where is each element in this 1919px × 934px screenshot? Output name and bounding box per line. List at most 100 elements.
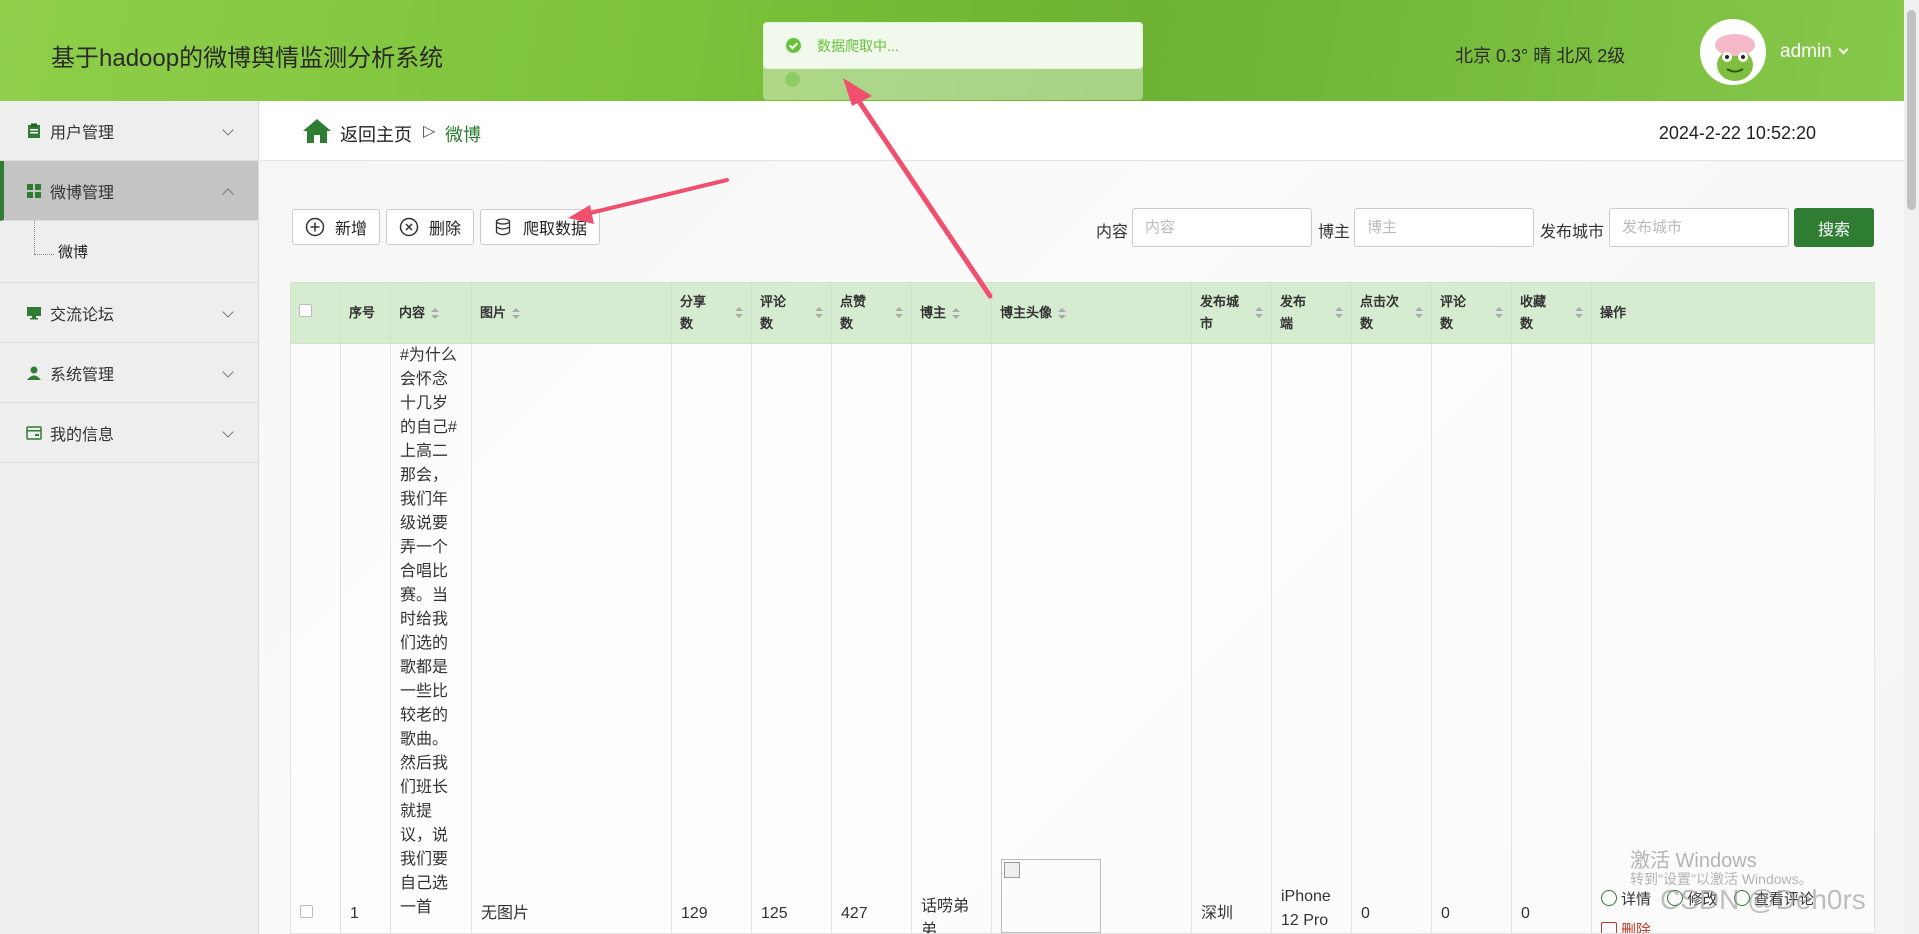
- sort-icon: [1255, 307, 1263, 319]
- cell-clicks: 0: [1351, 343, 1432, 934]
- avatar[interactable]: [1700, 19, 1766, 85]
- col-favorites-label: 收藏数: [1520, 294, 1547, 331]
- delete-button[interactable]: 删除: [386, 209, 474, 245]
- user-menu[interactable]: admin: [1780, 41, 1849, 63]
- col-index: 序号: [340, 282, 391, 344]
- plus-circle-icon: [305, 217, 325, 237]
- col-content-label: 内容: [399, 305, 426, 320]
- chevron-down-icon: [1838, 44, 1849, 55]
- table-header-row: 序号 内容 图片 分享数 评论数 点赞数 博主 博主头像 发布城市 发布端 点击…: [290, 282, 1875, 344]
- cell-index-value: 1: [350, 905, 359, 922]
- content-search-input[interactable]: [1132, 208, 1312, 247]
- grid-icon: [27, 183, 41, 198]
- weibo-table: 序号 内容 图片 分享数 评论数 点赞数 博主 博主头像 发布城市 发布端 点击…: [290, 282, 1875, 934]
- col-blogger[interactable]: 博主: [911, 282, 992, 344]
- blogger-search-input[interactable]: [1354, 208, 1534, 247]
- col-reviews-label: 评论数: [1440, 294, 1467, 331]
- app-title: 基于hadoop的微博舆情监测分析系统: [51, 45, 444, 72]
- col-blogger-label: 博主: [920, 305, 947, 320]
- sidebar-item-user-management[interactable]: 用户管理: [0, 101, 258, 161]
- delete-button-label: 删除: [429, 221, 462, 238]
- col-device[interactable]: 发布端: [1271, 282, 1352, 344]
- detail-link[interactable]: 详情: [1601, 888, 1651, 909]
- col-image[interactable]: 图片: [471, 282, 672, 344]
- cell-clicks-value: 0: [1361, 905, 1370, 922]
- home-icon[interactable]: [302, 118, 332, 144]
- sidebar-item-my-info[interactable]: 我的信息: [0, 403, 258, 463]
- sidebar-item-label: 用户管理: [50, 124, 115, 142]
- sidebar-item-label: 系统管理: [50, 366, 115, 384]
- row-delete-link[interactable]: 删除: [1601, 919, 1651, 933]
- toast-message: 数据爬取中...: [763, 22, 1143, 69]
- broken-image-icon: [1001, 859, 1101, 933]
- cell-reviews: 0: [1431, 343, 1512, 934]
- sidebar: 用户管理 微博管理 微博 交流论坛 系统管理 我的信息: [0, 101, 259, 934]
- cell-blogger: 话唠弟弟: [911, 343, 992, 934]
- breadcrumb-separator: ▷: [423, 123, 436, 140]
- sidebar-item-weibo-management[interactable]: 微博管理: [0, 161, 258, 221]
- cell-device: iPhone 12 Pro Max: [1271, 343, 1352, 934]
- cell-image-value: 无图片: [481, 905, 530, 922]
- content-search-label: 内容: [1096, 224, 1129, 241]
- sort-icon: [512, 307, 521, 320]
- toast-text: 数据爬取中...: [817, 37, 899, 54]
- database-icon: [495, 218, 511, 236]
- crawl-data-button-label: 爬取数据: [523, 221, 588, 238]
- city-search-input[interactable]: [1609, 208, 1789, 247]
- page-scrollbar[interactable]: [1904, 0, 1919, 934]
- col-like-label: 点赞数: [840, 294, 867, 331]
- col-city[interactable]: 发布城市: [1191, 282, 1272, 344]
- sort-icon: [1575, 307, 1583, 319]
- sidebar-item-label: 交流论坛: [50, 306, 115, 324]
- sort-icon: [815, 307, 823, 319]
- scrollbar-thumb[interactable]: [1907, 10, 1916, 210]
- sidebar-item-label: 我的信息: [50, 426, 115, 444]
- sidebar-item-forum[interactable]: 交流论坛: [0, 283, 258, 343]
- current-time: 2024-2-22 10:52:20: [1658, 123, 1816, 143]
- city-search-label: 发布城市: [1540, 224, 1605, 241]
- sort-icon: [1058, 307, 1067, 320]
- col-clicks-label: 点击次数: [1360, 294, 1400, 331]
- col-reviews[interactable]: 评论数: [1431, 282, 1512, 344]
- add-button[interactable]: 新增: [292, 209, 380, 245]
- col-image-label: 图片: [480, 305, 507, 320]
- col-share-label: 分享数: [680, 294, 707, 331]
- weather-info: 北京 0.3° 晴 北风 2级: [1455, 46, 1626, 66]
- sidebar-item-system-management[interactable]: 系统管理: [0, 343, 258, 403]
- sort-icon: [952, 307, 961, 320]
- col-like[interactable]: 点赞数: [831, 282, 912, 344]
- chevron-down-icon: [222, 124, 234, 136]
- person-icon: [27, 366, 41, 380]
- frog-avatar-icon: [1702, 21, 1764, 83]
- cell-city-value: 深圳: [1201, 905, 1234, 922]
- col-favorites[interactable]: 收藏数: [1511, 282, 1592, 344]
- breadcrumb-home-link[interactable]: 返回主页: [340, 121, 412, 147]
- col-avatar[interactable]: 博主头像: [991, 282, 1192, 344]
- sidebar-subitem-weibo[interactable]: 微博: [0, 221, 258, 283]
- col-clicks[interactable]: 点击次数: [1351, 282, 1432, 344]
- main-content: 新增 删除 爬取数据 内容 博主 发布城市 搜索 序号 内容 图片 分享数 评论…: [260, 162, 1904, 934]
- col-city-label: 发布城市: [1200, 294, 1240, 331]
- sort-icon: [1495, 307, 1503, 319]
- blogger-search-label: 博主: [1318, 224, 1351, 241]
- sort-icon: [1415, 307, 1423, 319]
- cell-reviews-value: 0: [1441, 905, 1450, 922]
- row-select-cell: [290, 343, 341, 934]
- breadcrumb: 返回主页 ▷ 微博 2024-2-22 10:52:20: [260, 101, 1904, 161]
- cell-share-value: 129: [681, 905, 708, 922]
- sort-icon: [431, 307, 440, 320]
- search-button[interactable]: 搜索: [1794, 208, 1874, 247]
- select-all-checkbox[interactable]: [299, 304, 312, 317]
- col-avatar-label: 博主头像: [1000, 305, 1053, 320]
- clipboard-icon: [28, 123, 40, 138]
- crawl-data-button[interactable]: 爬取数据: [480, 209, 600, 245]
- col-content[interactable]: 内容: [390, 282, 472, 344]
- csdn-watermark: CSDN @Deh0rs: [1660, 884, 1866, 915]
- username: admin: [1780, 41, 1832, 62]
- cell-share: 129: [671, 343, 752, 934]
- col-share[interactable]: 分享数: [671, 282, 752, 344]
- cell-city: 深圳: [1191, 343, 1272, 934]
- row-checkbox[interactable]: [300, 905, 313, 918]
- col-comment[interactable]: 评论数: [751, 282, 832, 344]
- cell-index: 1: [340, 343, 391, 934]
